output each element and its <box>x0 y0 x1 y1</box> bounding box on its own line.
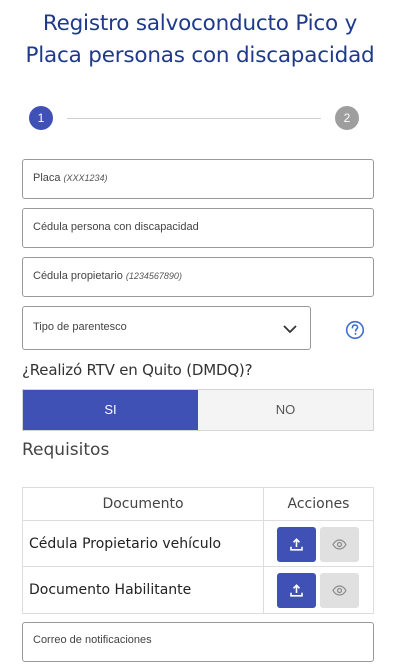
eye-icon <box>332 539 347 550</box>
cedula-discapacidad-field[interactable]: Cédula persona con discapacidad <box>22 208 374 248</box>
step-1-indicator[interactable]: 1 <box>29 106 53 130</box>
page-title-line1: Registro salvoconducto Pico y <box>42 11 358 36</box>
email-field[interactable]: Correo de notificaciones <box>22 622 374 662</box>
placa-field[interactable]: Placa (XXX1234) <box>22 159 374 199</box>
rtv-no-button[interactable]: NO <box>198 390 373 430</box>
stepper: 1 2 <box>29 106 359 130</box>
upload-icon <box>290 538 303 551</box>
column-header-acciones: Acciones <box>287 496 350 512</box>
rtv-question: ¿Realizó RTV en Quito (DMDQ)? <box>22 361 253 379</box>
placa-label: Placa (XXX1234) <box>33 172 108 184</box>
table-header: Documento Acciones <box>23 488 373 521</box>
cedula-propietario-field[interactable]: Cédula propietario (1234567890) <box>22 257 374 297</box>
view-button[interactable] <box>320 573 359 608</box>
rtv-toggle: SI NO <box>22 389 374 431</box>
table-row: Documento Habilitante <box>23 567 373 613</box>
cedula-discapacidad-label: Cédula persona con discapacidad <box>33 221 199 233</box>
requisitos-table: Documento Acciones Cédula Propietario ve… <box>22 487 374 614</box>
upload-button[interactable] <box>277 527 316 562</box>
page-title-line2: Placa personas con discapacidad <box>25 43 375 68</box>
parentesco-label: Tipo de parentesco <box>33 321 127 333</box>
column-header-documento: Documento <box>23 488 264 521</box>
placa-hint: (XXX1234) <box>63 173 108 183</box>
help-circle-icon[interactable] <box>345 320 365 340</box>
eye-icon <box>332 585 347 596</box>
view-button[interactable] <box>320 527 359 562</box>
chevron-down-icon <box>283 325 297 334</box>
rtv-yes-button[interactable]: SI <box>23 390 198 430</box>
page-title: Registro salvoconducto Pico y Placa pers… <box>0 8 400 72</box>
cedula-propietario-label: Cédula propietario (1234567890) <box>33 270 182 282</box>
stepper-line <box>67 117 321 119</box>
upload-button[interactable] <box>277 573 316 608</box>
table-row: Cédula Propietario vehículo <box>23 521 373 567</box>
step-2-indicator[interactable]: 2 <box>335 106 359 130</box>
parentesco-select[interactable]: Tipo de parentesco <box>22 306 311 350</box>
requisitos-title: Requisitos <box>22 440 110 460</box>
upload-icon <box>290 584 303 597</box>
cedula-propietario-hint: (1234567890) <box>125 271 182 281</box>
document-name: Documento Habilitante <box>23 567 264 613</box>
email-label: Correo de notificaciones <box>33 634 152 646</box>
document-name: Cédula Propietario vehículo <box>23 521 264 566</box>
